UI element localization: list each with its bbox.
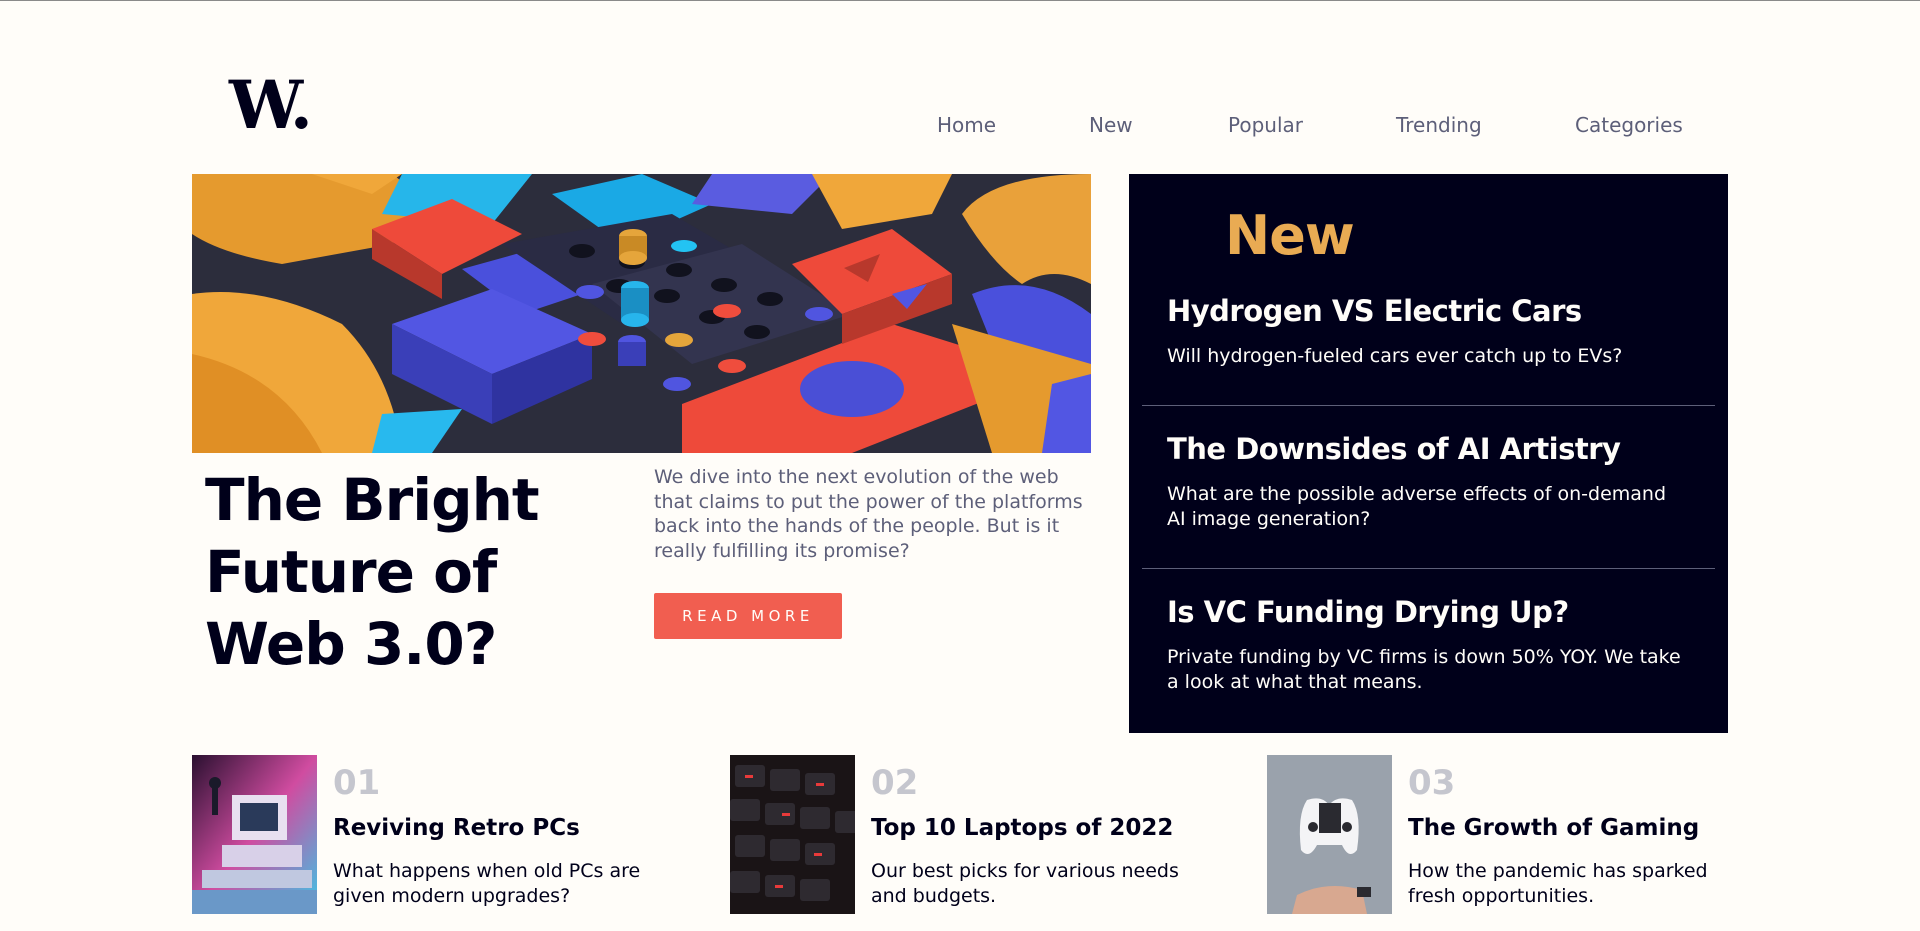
- new-divider: [1142, 568, 1715, 569]
- new-item-description: Will hydrogen-fueled cars ever catch up …: [1167, 345, 1623, 367]
- card-description: What happens when old PCs are given mode…: [333, 860, 641, 907]
- nav-trending[interactable]: Trending: [1396, 113, 1482, 137]
- card-number: 03: [1408, 763, 1456, 803]
- top-border: [0, 0, 1920, 1]
- new-item-vc-funding[interactable]: Is VC Funding Drying Up? Private funding…: [1167, 595, 1687, 694]
- retro-pc-thumbnail[interactable]: [192, 755, 317, 914]
- new-item-title[interactable]: Hydrogen VS Electric Cars: [1167, 294, 1687, 328]
- new-item-description: Private funding by VC firms is down 50% …: [1167, 646, 1681, 693]
- nav-home[interactable]: Home: [937, 113, 996, 137]
- nav-new[interactable]: New: [1089, 113, 1133, 137]
- card-title[interactable]: The Growth of Gaming: [1408, 815, 1699, 841]
- read-more-button[interactable]: READ MORE: [654, 593, 842, 639]
- card-title[interactable]: Top 10 Laptops of 2022: [871, 815, 1173, 841]
- new-item-ai-artistry[interactable]: The Downsides of AI Artistry What are th…: [1167, 432, 1687, 531]
- nav-popular[interactable]: Popular: [1228, 113, 1303, 137]
- new-item-description: What are the possible adverse effects of…: [1167, 483, 1667, 530]
- game-controller-thumbnail[interactable]: [1267, 755, 1392, 914]
- article-card-retro-pcs[interactable]: 01 Reviving Retro PCs What happens when …: [192, 755, 712, 915]
- new-item-title[interactable]: The Downsides of AI Artistry: [1167, 432, 1687, 466]
- hero-title: The Bright Future of Web 3.0?: [205, 466, 540, 678]
- new-divider: [1142, 405, 1715, 406]
- card-description: Our best picks for various needs and bud…: [871, 860, 1179, 907]
- new-articles-panel: New Hydrogen VS Electric Cars Will hydro…: [1129, 174, 1728, 733]
- laptop-keyboard-thumbnail[interactable]: [730, 755, 855, 914]
- main-nav: Home New Popular Trending Categories: [0, 113, 1920, 143]
- card-title[interactable]: Reviving Retro PCs: [333, 815, 580, 841]
- new-heading: New: [1225, 204, 1355, 267]
- card-number: 02: [871, 763, 919, 803]
- article-card-laptops[interactable]: 02 Top 10 Laptops of 2022 Our best picks…: [730, 755, 1250, 915]
- card-description: How the pandemic has sparked fresh oppor…: [1408, 860, 1708, 907]
- nav-categories[interactable]: Categories: [1575, 113, 1683, 137]
- new-item-hydrogen[interactable]: Hydrogen VS Electric Cars Will hydrogen-…: [1167, 294, 1687, 369]
- hero-description: We dive into the next evolution of the w…: [654, 466, 1083, 562]
- new-item-title[interactable]: Is VC Funding Drying Up?: [1167, 595, 1687, 629]
- article-card-gaming[interactable]: 03 The Growth of Gaming How the pandemic…: [1267, 755, 1787, 915]
- hero-image: [192, 174, 1091, 453]
- card-number: 01: [333, 763, 381, 803]
